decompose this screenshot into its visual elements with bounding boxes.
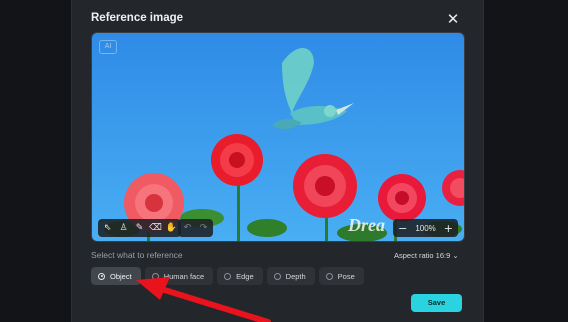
- close-icon[interactable]: ✕: [444, 10, 462, 28]
- radio-icon: [325, 272, 333, 280]
- reference-image-canvas[interactable]: AI Drea ⇖ ♙ ✎ ⌫ ✋ ↶ ↷ − 100% +: [91, 32, 465, 242]
- option-label: Edge: [236, 271, 254, 281]
- reference-options: Object Human face Edge Depth Pose: [91, 267, 364, 285]
- eraser-icon[interactable]: ⌫: [149, 221, 162, 235]
- radio-icon: [151, 272, 159, 280]
- save-button[interactable]: Save: [411, 294, 462, 312]
- reference-label: Select what to reference: [91, 250, 183, 260]
- option-edge[interactable]: Edge: [217, 267, 263, 285]
- brush-icon[interactable]: ✎: [133, 221, 146, 235]
- history-toolbar: ↶ ↷: [178, 219, 213, 237]
- hand-pan-icon[interactable]: ✋: [165, 221, 178, 235]
- watermark-text: Drea: [348, 215, 385, 235]
- reference-image-dialog: Reference image ✕ AI Drea ⇖ ♙ ✎ ⌫ ✋ ↶ ↷ …: [71, 0, 484, 322]
- ai-badge: AI: [99, 40, 117, 54]
- undo-icon[interactable]: ↶: [181, 221, 194, 235]
- aspect-ratio-dropdown[interactable]: Aspect ratio 16:9 ⌄: [394, 251, 459, 260]
- radio-selected-icon: [98, 272, 105, 280]
- zoom-out-button[interactable]: −: [398, 222, 407, 235]
- redo-icon[interactable]: ↷: [197, 221, 210, 235]
- reference-image: [92, 33, 464, 241]
- option-depth[interactable]: Depth: [266, 267, 315, 285]
- edit-toolbar: ⇖ ♙ ✎ ⌫ ✋: [98, 219, 181, 237]
- zoom-controls: − 100% +: [393, 219, 458, 237]
- zoom-level: 100%: [415, 223, 436, 233]
- option-object[interactable]: Object: [91, 267, 141, 285]
- radio-icon: [224, 272, 232, 280]
- zoom-in-button[interactable]: +: [444, 222, 453, 235]
- radio-icon: [273, 272, 281, 280]
- select-arrow-icon[interactable]: ⇖: [101, 221, 114, 235]
- option-label: Human face: [163, 271, 205, 281]
- person-select-icon[interactable]: ♙: [117, 221, 130, 235]
- option-pose[interactable]: Pose: [318, 267, 364, 285]
- option-human-face[interactable]: Human face: [144, 267, 214, 285]
- dialog-title: Reference image: [91, 12, 184, 24]
- option-label: Object: [110, 271, 132, 281]
- option-label: Depth: [285, 271, 306, 281]
- option-label: Pose: [337, 271, 355, 281]
